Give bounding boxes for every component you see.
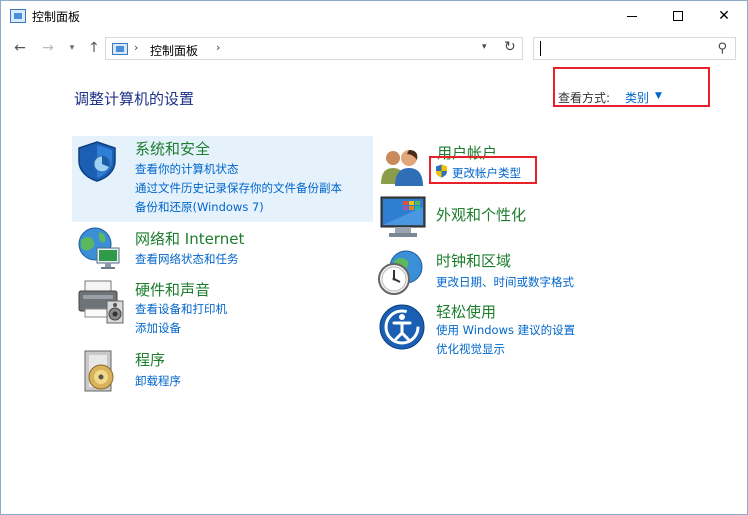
window-title: 控制面板 [32,10,81,24]
link-devices-printers[interactable]: 查看设备和打印机 [135,301,227,317]
arrow-left-icon: ← [14,40,26,56]
navigation-bar: ← → ▾ ↑ › 控制面板 › ▾ ↻ ⚲ [1,33,747,63]
annotation-box [553,67,710,107]
refresh-icon[interactable]: ↻ [504,39,516,55]
control-panel-icon [112,43,128,55]
category-appearance-title[interactable]: 外观和个性化 [436,204,526,225]
ease-of-access-icon[interactable] [378,303,426,351]
maximize-icon [673,11,683,21]
control-panel-window: 控制面板 ✕ ← → ▾ ↑ › 控制面板 › ▾ ↻ ⚲ 调整计算机的设置 查… [0,0,748,515]
maximize-button[interactable] [655,1,701,31]
link-view-computer-status[interactable]: 查看你的计算机状态 [135,161,239,177]
control-panel-icon [10,9,26,23]
link-uninstall-program[interactable]: 卸载程序 [135,373,181,389]
arrow-right-icon: → [42,40,54,56]
network-globe-icon[interactable] [75,224,123,272]
printer-icon[interactable] [75,275,125,325]
chevron-right-icon[interactable]: › [216,41,220,54]
chevron-down-icon[interactable]: ▾ [482,42,487,52]
link-recommended-settings[interactable]: 使用 Windows 建议的设置 [436,322,575,338]
programs-icon[interactable] [79,349,123,393]
appearance-monitor-icon[interactable] [379,193,427,241]
category-programs-title[interactable]: 程序 [135,349,165,370]
arrow-up-icon: ↑ [88,40,100,56]
user-accounts-icon[interactable] [379,146,427,186]
recent-locations-button[interactable]: ▾ [63,37,81,59]
annotation-box [429,156,537,184]
close-button[interactable]: ✕ [701,1,747,31]
forward-button[interactable]: → [39,37,57,59]
minimize-icon [627,15,637,17]
close-icon: ✕ [718,8,730,24]
category-system-security-title[interactable]: 系统和安全 [135,138,210,159]
search-input[interactable]: ⚲ [533,37,736,60]
shield-icon[interactable] [75,139,119,183]
clock-region-icon[interactable] [376,249,426,297]
search-icon[interactable]: ⚲ [717,41,727,56]
page-title: 调整计算机的设置 [74,90,195,108]
category-ease-of-access-title[interactable]: 轻松使用 [436,301,496,322]
breadcrumb-control-panel[interactable]: 控制面板 [150,42,198,59]
link-backup-restore[interactable]: 备份和还原(Windows 7) [135,199,264,215]
category-clock-region-title[interactable]: 时钟和区域 [436,250,511,271]
up-button[interactable]: ↑ [85,37,103,59]
minimize-button[interactable] [609,1,655,31]
category-network-internet-title[interactable]: 网络和 Internet [135,228,244,249]
link-file-history-backup[interactable]: 通过文件历史记录保存你的文件备份副本 [135,180,342,196]
link-optimize-visual-display[interactable]: 优化视觉显示 [436,341,505,357]
text-cursor [540,41,541,56]
back-button[interactable]: ← [11,37,29,59]
address-bar[interactable]: › 控制面板 › ▾ ↻ [105,37,523,60]
title-bar[interactable]: 控制面板 ✕ [1,1,747,31]
link-add-device[interactable]: 添加设备 [135,320,181,336]
category-hardware-sound-title[interactable]: 硬件和声音 [135,279,210,300]
chevron-down-icon: ▾ [69,43,75,53]
link-network-status[interactable]: 查看网络状态和任务 [135,251,239,267]
chevron-right-icon[interactable]: › [134,41,138,54]
link-change-date-time[interactable]: 更改日期、时间或数字格式 [436,274,574,290]
